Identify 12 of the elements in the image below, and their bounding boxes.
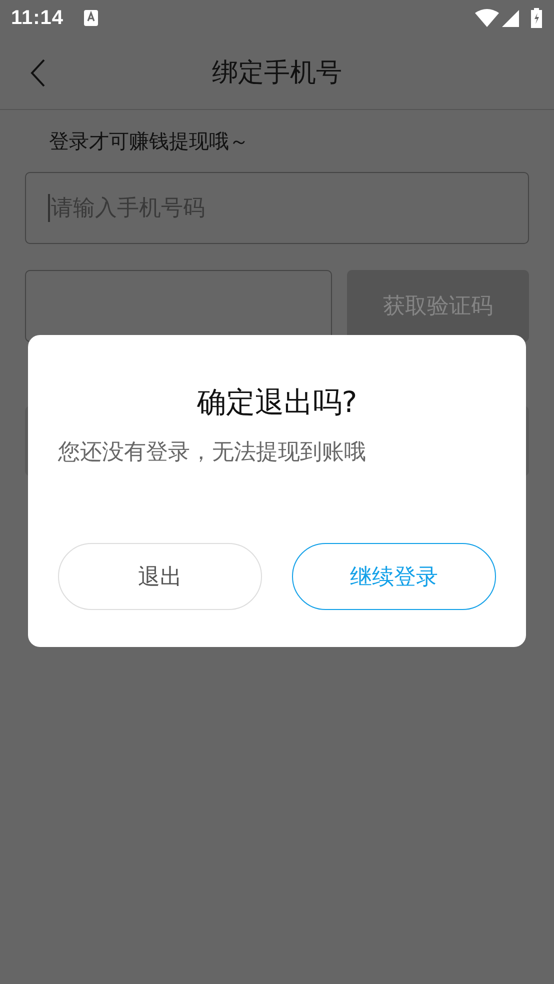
keyboard-icon [84,10,98,26]
exit-button[interactable]: 退出 [58,543,262,610]
text-cursor [48,194,50,222]
status-time: 11:14 [11,6,64,30]
dialog-message: 您还没有登录，无法提现到账哦 [58,439,367,467]
signal-icon [502,10,519,26]
dialog-title: 确定退出吗? [196,384,358,421]
battery-icon [531,8,542,28]
wifi-icon [475,9,499,27]
continue-button[interactable]: 继续登录 [292,543,496,610]
hint-text: 登录才可赚钱提现哦～ [48,128,250,154]
page-title: 绑定手机号 [212,57,342,90]
